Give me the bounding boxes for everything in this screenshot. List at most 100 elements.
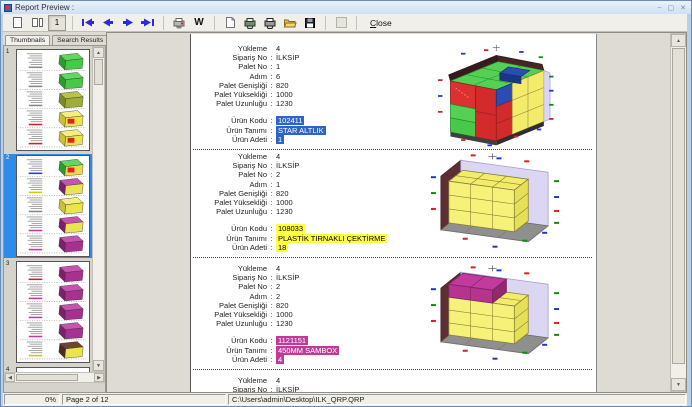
field-value: 4: [276, 376, 280, 385]
close-window-button[interactable]: ✕: [680, 4, 686, 12]
field-label: Yükleme: [193, 376, 267, 385]
field-label: Palet No: [193, 170, 267, 179]
font-button[interactable]: W: [190, 15, 208, 31]
tab-strip: Thumbnails Search Results: [3, 32, 106, 45]
product-highlighted-value: 450MM SAMBOX: [276, 346, 339, 355]
axis-marker: [489, 153, 497, 159]
zoom-100-button[interactable]: 1: [48, 15, 66, 31]
status-zoom: 0%: [4, 394, 60, 405]
field-value: İLKSİP: [276, 161, 299, 170]
field-separator: :: [267, 170, 276, 179]
field-value: 820: [276, 301, 289, 310]
field-separator: :: [267, 282, 276, 291]
report-block-2: Yükleme4Sipariş No:İLKSİPPalet No:2Adım:…: [193, 150, 592, 258]
new-report-button[interactable]: [221, 15, 239, 31]
pallet-3d-image: [427, 44, 562, 148]
zoom-width-button[interactable]: [28, 15, 46, 31]
thumbnails-horizontal-scrollbar[interactable]: ◀ ▶: [4, 372, 105, 383]
scroll-right-arrow[interactable]: ▶: [94, 373, 104, 382]
field-separator: :: [267, 62, 276, 71]
field-value: 6: [276, 72, 280, 81]
thumbnail-page-number: 1: [6, 49, 9, 55]
next-page-button[interactable]: [119, 15, 137, 31]
field-separator: :: [267, 99, 276, 108]
next-page-icon: [120, 17, 136, 28]
scroll-down-arrow[interactable]: ▼: [93, 360, 104, 371]
pallet-3d-image: [427, 152, 562, 256]
last-page-button[interactable]: [139, 15, 157, 31]
thumbnail-page-number: 2: [6, 155, 9, 161]
scroll-up-arrow[interactable]: ▲: [671, 34, 686, 47]
product-highlighted-value: 108033: [276, 224, 305, 233]
title-bar: Report Preview : – ▢ ✕: [1, 1, 692, 14]
scrollbar-thumb[interactable]: [94, 59, 103, 85]
printer-setup-button[interactable]: [170, 15, 188, 31]
scroll-left-arrow[interactable]: ◀: [5, 373, 15, 382]
previous-page-icon: [100, 17, 116, 28]
open-report-button[interactable]: [281, 15, 299, 31]
tab-search-results[interactable]: Search Results: [52, 35, 108, 45]
tab-thumbnails[interactable]: Thumbnails: [5, 35, 50, 45]
field-label: Ürün Adeti: [193, 355, 267, 364]
scroll-down-arrow[interactable]: ▼: [671, 378, 686, 391]
axis-marker: [493, 45, 500, 51]
field-value: İLKSİP: [276, 273, 299, 282]
close-preview-button[interactable]: Close: [363, 15, 399, 31]
field-separator: :: [267, 319, 276, 328]
field-separator: :: [267, 135, 276, 144]
field-separator: :: [267, 207, 276, 216]
field-value: İLKSİP: [276, 53, 299, 62]
save-report-button[interactable]: [301, 15, 319, 31]
page-grid-button[interactable]: [332, 15, 350, 31]
field-separator: :: [267, 346, 276, 355]
field-separator: :: [267, 189, 276, 198]
preview-vertical-scrollbar[interactable]: ▲ ▼: [670, 33, 687, 392]
report-block-4: Yükleme4Sipariş No:İLKSİPPalet No:2: [193, 374, 592, 393]
thumbnail-page-2[interactable]: 2: [4, 154, 92, 258]
field-label: Palet Yüksekliği: [193, 90, 267, 99]
axis-marker: [489, 265, 497, 271]
zoom-fit-button[interactable]: [8, 15, 26, 31]
open-folder-icon: [283, 17, 297, 29]
field-value: İLKSİP: [276, 385, 299, 393]
report-page: Yükleme4Sipariş No:İLKSİPPalet No:1Adım:…: [190, 34, 597, 393]
field-label: Ürün Kodu: [193, 116, 267, 125]
field-label: Ürün Adeti: [193, 243, 267, 252]
maximize-button[interactable]: ▢: [668, 4, 675, 12]
pallet-3d-image: [427, 264, 562, 368]
toolbar: 1 W: [3, 14, 687, 32]
previous-page-button[interactable]: [99, 15, 117, 31]
field-value: 2: [276, 292, 280, 301]
field-value: 1230: [276, 99, 293, 108]
field-label: Ürün Tanımı: [193, 126, 267, 135]
field-label: Palet Yüksekliği: [193, 310, 267, 319]
field-label: Palet Genişliği: [193, 301, 267, 310]
thumbnail-page-preview[interactable]: [16, 155, 90, 257]
report-field-row: Yükleme 4: [193, 376, 592, 385]
scroll-up-arrow[interactable]: ▲: [93, 47, 104, 58]
field-value: 4: [276, 44, 280, 53]
thumbnail-page-preview[interactable]: [16, 49, 90, 151]
field-separator: :: [267, 273, 276, 282]
field-value: 1000: [276, 198, 293, 207]
status-bar: 0% Page 2 of 12 C:\Users\admin\Desktop\I…: [3, 393, 687, 406]
thumbnail-page-preview[interactable]: [16, 261, 90, 363]
first-page-button[interactable]: [79, 15, 97, 31]
field-label: Palet No: [193, 62, 267, 71]
scrollbar-thumb[interactable]: [16, 374, 78, 381]
first-page-icon: [80, 17, 96, 28]
print-button[interactable]: [261, 15, 279, 31]
thumbnails-vertical-scrollbar[interactable]: ▲ ▼: [92, 46, 105, 372]
thumbnail-page-1[interactable]: 1: [4, 48, 92, 152]
print-dialog-button[interactable]: [241, 15, 259, 31]
thumbnail-page-3[interactable]: 3: [4, 260, 92, 364]
page-width-icon: [31, 16, 44, 29]
field-label: Palet Uzunluğu: [193, 99, 267, 108]
field-value: 1: [276, 180, 280, 189]
scrollbar-thumb[interactable]: [672, 48, 685, 364]
field-value: 1: [276, 62, 280, 71]
field-label: Ürün Adeti: [193, 135, 267, 144]
minimize-button[interactable]: –: [658, 4, 662, 12]
field-label: Palet Uzunluğu: [193, 319, 267, 328]
field-label: Yükleme: [193, 44, 267, 53]
